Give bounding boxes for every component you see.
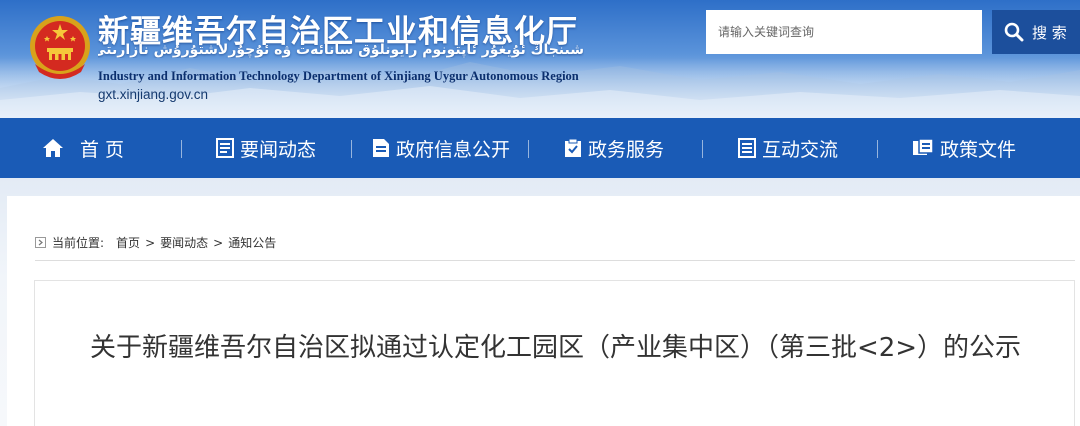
service-icon: [564, 138, 582, 158]
nav-divider: [351, 140, 352, 158]
location-arrow-icon: [35, 237, 46, 248]
breadcrumb-divider: [35, 260, 1075, 261]
breadcrumb-news[interactable]: 要闻动态: [160, 234, 208, 251]
nav-divider: [702, 140, 703, 158]
nav-item-label: 政府信息公开: [396, 138, 511, 161]
document-icon: [372, 138, 390, 158]
nav-item-label: 首 页: [80, 138, 125, 161]
national-emblem-icon: [30, 16, 90, 79]
nav-divider: [877, 140, 878, 158]
content-panel: 当前位置: 首页 > 要闻动态 > 通知公告 关于新疆维吾尔自治区拟通过认定化工…: [7, 196, 1080, 426]
nav-item-news[interactable]: 要闻动态: [216, 118, 316, 178]
site-header: 新疆维吾尔自治区工业和信息化厅 شىنجاڭ ئۇيغۇر ئاپتونوم ر…: [0, 0, 1080, 118]
chat-list-icon: [738, 138, 756, 158]
nav-item-services[interactable]: 政务服务: [564, 118, 664, 178]
nav-item-home[interactable]: 首 页: [42, 118, 124, 178]
nav-item-interaction[interactable]: 互动交流: [738, 118, 838, 178]
breadcrumb-home[interactable]: 首页: [116, 234, 140, 251]
policy-icon: [912, 138, 934, 158]
nav-item-label: 政务服务: [588, 138, 665, 161]
nav-item-gov-info[interactable]: 政府信息公开: [372, 118, 510, 178]
breadcrumb-separator: >: [145, 235, 156, 250]
news-icon: [216, 138, 234, 158]
nav-item-label: 要闻动态: [240, 138, 317, 161]
nav-item-policy[interactable]: 政策文件: [912, 118, 1016, 178]
site-title-english: Industry and Information Technology Depa…: [98, 69, 579, 83]
breadcrumb-notices[interactable]: 通知公告: [228, 234, 276, 251]
site-domain: gxt.xinjiang.gov.cn: [98, 87, 209, 102]
home-icon: [42, 138, 64, 158]
main-nav: 首 页 要闻动态 政府信息公开 政务服务 互动交流 政策文件: [0, 118, 1080, 178]
search-input[interactable]: [706, 10, 982, 54]
site-title-uyghur: شىنجاڭ ئۇيغۇر ئاپتونوم رايونلۇق سانائەت …: [98, 42, 584, 58]
article-title: 关于新疆维吾尔自治区拟通过认定化工园区（产业集中区）（第三批<2>）的公示: [89, 333, 1022, 363]
search-button-label: 搜 索: [1032, 23, 1067, 42]
article-container: 关于新疆维吾尔自治区拟通过认定化工园区（产业集中区）（第三批<2>）的公示: [34, 280, 1075, 426]
nav-divider: [528, 140, 529, 158]
breadcrumb: 当前位置: 首页 > 要闻动态 > 通知公告: [35, 234, 276, 251]
nav-item-label: 互动交流: [762, 138, 839, 161]
breadcrumb-label: 当前位置:: [52, 236, 105, 250]
breadcrumb-separator: >: [213, 235, 224, 250]
search-icon: [1004, 22, 1024, 42]
nav-item-label: 政策文件: [940, 138, 1017, 161]
nav-divider: [181, 140, 182, 158]
search-button[interactable]: 搜 索: [992, 10, 1080, 54]
